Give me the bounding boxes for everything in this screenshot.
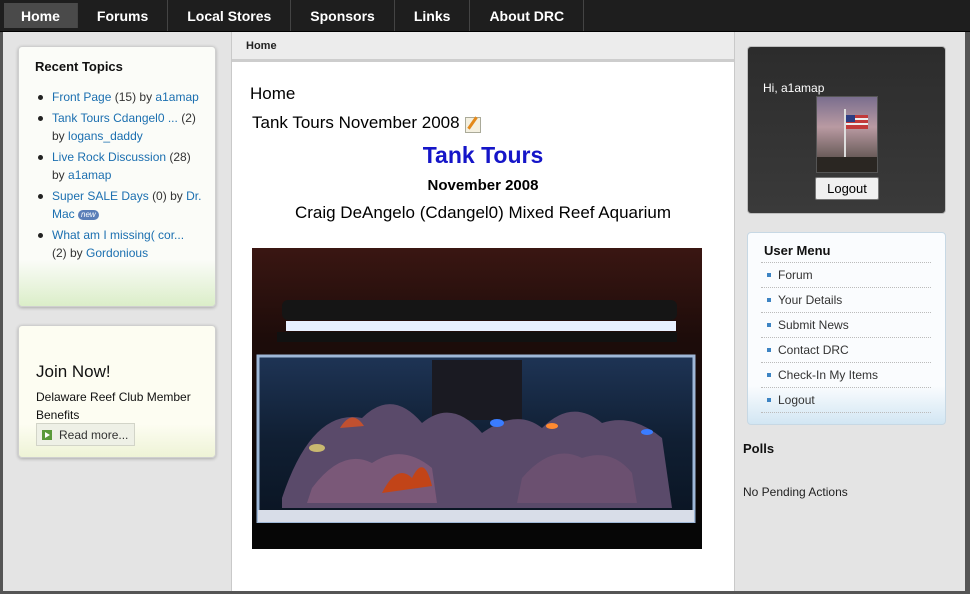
top-navigation: Home Forums Local Stores Sponsors Links … [0,0,970,32]
user-menu-panel: User Menu Forum Your Details Submit News… [747,232,946,425]
recent-topics-panel: Recent Topics Front Page (15) by a1amap … [18,46,216,307]
article-date: November 2008 [427,177,539,194]
user-menu-item-logout[interactable]: Logout [761,388,931,413]
main-content: Home Home Tank Tours November 2008 Tank … [231,32,735,594]
bullet-icon [767,298,771,302]
article-subtitle: Craig DeAngelo (Cdangel0) Mixed Reef Aqu… [294,203,672,222]
topic-user-link[interactable]: a1amap [68,168,111,182]
article-title: Tank Tours November 2008 [252,112,481,133]
menu-item-label: Check-In My Items [778,368,879,382]
bullet-icon [767,398,771,402]
polls-status: No Pending Actions [743,485,848,499]
article-title-text: Tank Tours November 2008 [252,112,460,132]
recent-topics-heading: Recent Topics [35,59,123,74]
bullet-icon [767,373,771,377]
arrow-right-icon [42,429,52,440]
topic-link[interactable]: Live Rock Discussion [52,150,166,164]
read-more-label: Read more... [59,427,129,442]
join-text: Delaware Reef Club Member Benefits [36,390,191,422]
read-more-button[interactable]: Read more... [36,423,136,446]
user-menu-list: Forum Your Details Submit News Contact D… [761,262,931,413]
bullet-icon [767,273,771,277]
user-menu-item-check-in[interactable]: Check-In My Items [761,363,931,388]
new-badge: new [78,209,99,220]
user-greeting: Hi, a1amap [763,81,825,95]
logout-button[interactable]: Logout [815,177,879,200]
topic-link[interactable]: Tank Tours Cdangel0 ... [52,111,178,125]
flag-icon [817,109,877,172]
article-main-title: Tank Tours [422,142,544,168]
join-heading: Join Now! [36,362,111,381]
user-menu-item-your-details[interactable]: Your Details [761,288,931,313]
user-panel: Hi, a1amap Logout [747,46,946,214]
breadcrumb[interactable]: Home [246,40,277,52]
topic-link[interactable]: Front Page [52,90,111,104]
nav-about-drc[interactable]: About DRC [470,0,585,31]
list-item: Live Rock Discussion (28) by a1amap [38,148,202,184]
menu-item-label: Forum [778,268,813,282]
aquarium-photo-graphic [252,248,702,549]
avatar [816,96,878,173]
edit-icon[interactable] [464,117,481,133]
menu-item-label: Logout [778,393,815,407]
user-menu-item-forum[interactable]: Forum [761,263,931,288]
topic-count: (2) by [52,246,83,260]
polls-heading: Polls [743,441,775,456]
nav-sponsors[interactable]: Sponsors [291,0,395,31]
list-item: Tank Tours Cdangel0 ... (2) by logans_da… [38,109,202,145]
menu-item-label: Submit News [778,318,849,332]
bullet-icon [767,348,771,352]
topic-count: (15) by [114,90,153,104]
topic-user-link[interactable]: Gordonious [86,246,148,260]
aquarium-photo [252,248,702,549]
recent-topics-list: Front Page (15) by a1amap Tank Tours Cda… [19,88,215,262]
window-frame-left [0,32,3,594]
join-panel: Join Now! Delaware Reef Club Member Bene… [18,325,216,458]
list-item: Front Page (15) by a1amap [38,88,202,106]
nav-home[interactable]: Home [4,3,78,28]
nav-forums[interactable]: Forums [78,0,169,31]
bullet-icon [767,323,771,327]
topic-user-link[interactable]: a1amap [155,90,198,104]
menu-item-label: Your Details [778,293,843,307]
user-menu-item-submit-news[interactable]: Submit News [761,313,931,338]
menu-item-label: Contact DRC [778,343,849,357]
user-menu-item-contact-drc[interactable]: Contact DRC [761,338,931,363]
topic-link[interactable]: What am I missing( cor... [52,228,184,242]
topic-user-link[interactable]: logans_daddy [68,129,143,143]
topic-link[interactable]: Super SALE Days [52,189,149,203]
breadcrumb-bar: Home [232,32,734,62]
nav-local-stores[interactable]: Local Stores [168,0,292,31]
list-item: Super SALE Days (0) by Dr. Mac new [38,187,202,223]
list-item: What am I missing( cor... (2) by Gordoni… [38,226,202,262]
nav-links[interactable]: Links [395,0,471,31]
user-menu-heading: User Menu [764,243,831,258]
page-heading: Home [250,84,296,103]
topic-count: (0) by [152,189,183,203]
window-frame-right [965,32,970,594]
